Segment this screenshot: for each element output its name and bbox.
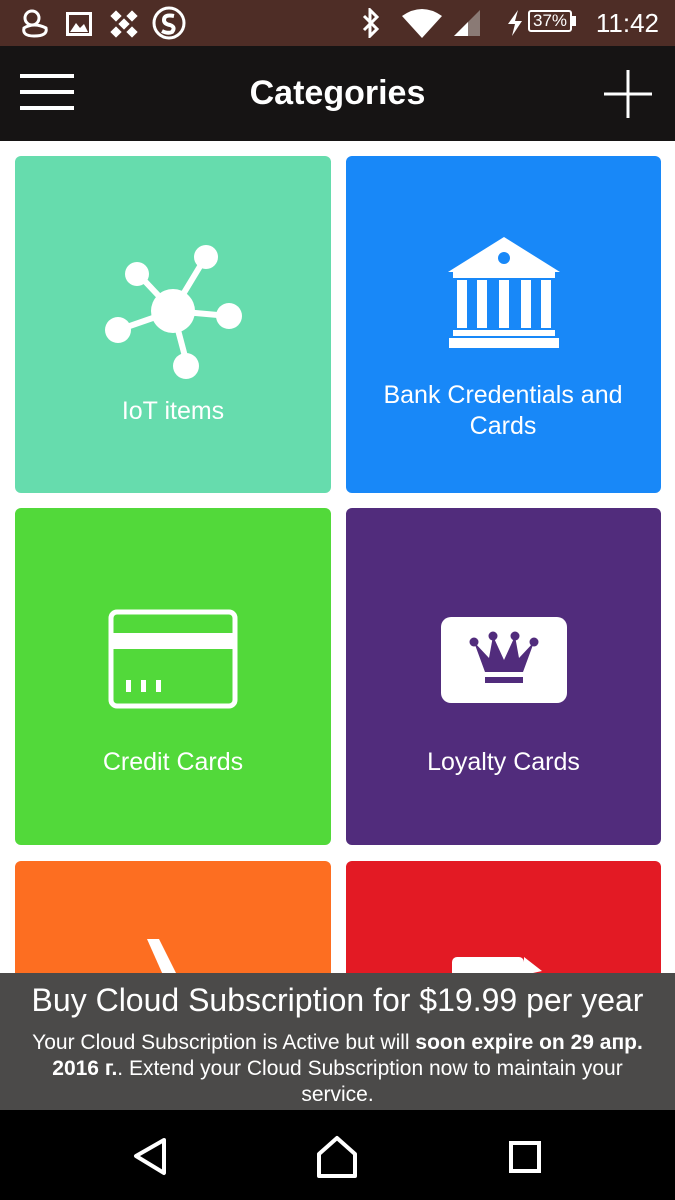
page-title: Categories (249, 74, 426, 112)
image-icon (66, 12, 92, 36)
promo-body: Your Cloud Subscription is Active but wi… (14, 1030, 661, 1108)
promo-body-text: Your Cloud Subscription is Active but wi… (32, 1031, 416, 1054)
category-tile-iot[interactable]: IoT items (15, 156, 331, 493)
signal-icon (454, 10, 480, 36)
navigation-bar (0, 1110, 675, 1200)
status-bar: 37% 11:42 (0, 0, 675, 46)
recents-square-icon[interactable] (500, 1132, 550, 1182)
chat-head-icon (22, 9, 48, 38)
partial-icon (147, 939, 177, 975)
category-label: IoT items (121, 397, 225, 425)
category-tile-credit-cards[interactable]: Credit Cards (15, 508, 331, 845)
crown-card-icon (441, 617, 567, 703)
promo-title: Buy Cloud Subscription for $19.99 per ye… (31, 982, 644, 1018)
credit-card-icon (108, 609, 238, 709)
category-label: Credit Cards (102, 748, 244, 776)
s-icon (152, 6, 186, 40)
category-tile-loyalty-cards[interactable]: Loyalty Cards (346, 508, 661, 845)
cloud-subscription-banner[interactable]: Buy Cloud Subscription for $19.99 per ye… (0, 973, 675, 1110)
home-icon[interactable] (312, 1132, 362, 1182)
charging-icon (508, 10, 522, 36)
battery-nub (572, 16, 576, 26)
bank-icon (448, 237, 560, 348)
category-label: Loyalty Cards (427, 748, 580, 776)
category-tile-bank[interactable]: Bank Credentials and Cards (346, 156, 661, 493)
clock-time: 11:42 (595, 8, 659, 38)
category-label: Bank Credentials and Cards (383, 381, 623, 440)
wifi-icon (402, 9, 442, 38)
network-icon (105, 245, 242, 379)
promo-body-text-end: . Extend your Cloud Subscription now to … (117, 1057, 623, 1106)
bluetooth-icon (362, 8, 380, 38)
app-icon (110, 10, 138, 38)
app-bar: Categories (0, 46, 675, 141)
battery-level: 37% (528, 10, 572, 32)
back-triangle-icon[interactable] (128, 1132, 178, 1182)
plus-icon[interactable] (602, 68, 654, 120)
